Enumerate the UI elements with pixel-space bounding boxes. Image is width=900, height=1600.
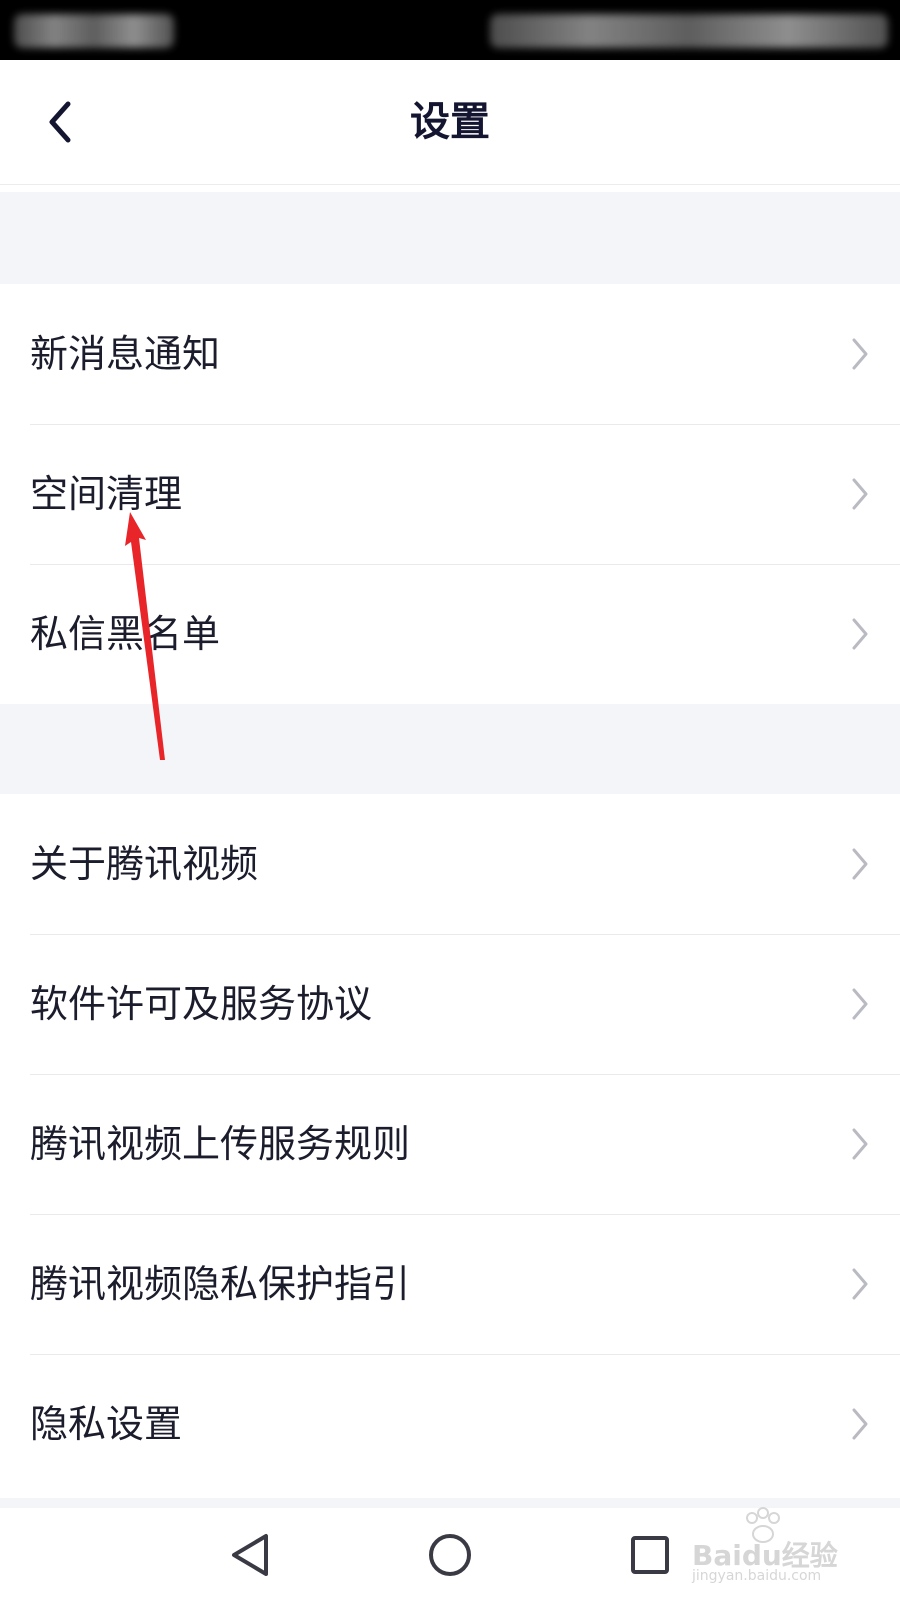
chevron-right-icon <box>852 988 868 1020</box>
settings-item-new-message-notification[interactable]: 新消息通知 <box>0 284 900 424</box>
watermark-url: jingyan.baidu.com <box>692 1568 822 1584</box>
header: 设置 <box>0 60 900 185</box>
status-bar <box>0 0 900 60</box>
chevron-left-icon <box>49 101 71 143</box>
settings-item-privacy-settings[interactable]: 隐私设置 <box>0 1354 900 1494</box>
settings-item-upload-rules[interactable]: 腾讯视频上传服务规则 <box>0 1074 900 1214</box>
settings-item-license-agreement[interactable]: 软件许可及服务协议 <box>0 934 900 1074</box>
settings-group-1: 新消息通知 空间清理 私信黑名单 <box>0 284 900 704</box>
settings-item-label: 软件许可及服务协议 <box>30 982 373 1026</box>
blurred-status-right <box>490 14 888 48</box>
chevron-right-icon <box>852 1268 868 1300</box>
settings-item-about[interactable]: 关于腾讯视频 <box>0 794 900 934</box>
back-button[interactable] <box>28 88 92 156</box>
settings-item-label: 新消息通知 <box>30 332 221 376</box>
settings-item-label: 关于腾讯视频 <box>30 842 259 886</box>
settings-item-dm-blacklist[interactable]: 私信黑名单 <box>0 564 900 704</box>
settings-item-label: 腾讯视频隐私保护指引 <box>30 1262 411 1306</box>
baidu-jingyan-watermark: Baidu经验 jingyan.baidu.com <box>692 1506 872 1586</box>
chevron-right-icon <box>852 1408 868 1440</box>
settings-item-privacy-guide[interactable]: 腾讯视频隐私保护指引 <box>0 1214 900 1354</box>
settings-item-space-cleanup[interactable]: 空间清理 <box>0 424 900 564</box>
chevron-right-icon <box>852 478 868 510</box>
system-nav-bar: Baidu经验 jingyan.baidu.com <box>0 1506 900 1600</box>
nav-recents-button[interactable] <box>615 1520 685 1590</box>
chevron-right-icon <box>852 848 868 880</box>
chevron-right-icon <box>852 338 868 370</box>
chevron-right-icon <box>852 1128 868 1160</box>
square-recents-icon <box>631 1536 669 1574</box>
settings-group-2: 关于腾讯视频 软件许可及服务协议 腾讯视频上传服务规则 腾讯视频隐私保护指引 隐… <box>0 794 900 1494</box>
chevron-right-icon <box>852 618 868 650</box>
triangle-back-icon <box>232 1534 268 1576</box>
settings-item-label: 空间清理 <box>30 472 183 516</box>
circle-home-icon <box>429 1534 471 1576</box>
settings-item-label: 腾讯视频上传服务规则 <box>30 1122 411 1166</box>
blurred-status-left <box>14 14 174 48</box>
settings-item-label: 私信黑名单 <box>30 612 221 656</box>
section-gap <box>0 192 900 284</box>
section-gap <box>0 704 900 794</box>
nav-back-button[interactable] <box>215 1520 285 1590</box>
nav-home-button[interactable] <box>415 1520 485 1590</box>
page-title: 设置 <box>410 99 490 145</box>
settings-item-label: 隐私设置 <box>30 1402 183 1446</box>
